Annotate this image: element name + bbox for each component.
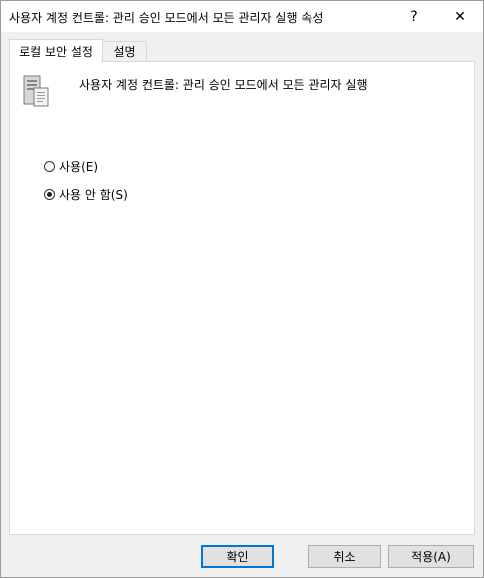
policy-name: 사용자 계정 컨트롤: 관리 승인 모드에서 모든 관리자 실행 [79, 78, 368, 92]
apply-button[interactable]: 적용(A) [388, 545, 474, 568]
option-enabled[interactable]: 사용(E) [44, 158, 98, 175]
option-disabled[interactable]: 사용 안 함(S) [44, 186, 128, 203]
server-policy-icon [23, 75, 49, 107]
tab-local-security-setting[interactable]: 로컬 보안 설정 [9, 39, 103, 62]
tab-page-local-security [9, 61, 475, 535]
ok-button[interactable]: 확인 [201, 545, 274, 568]
tab-explain[interactable]: 설명 [103, 41, 147, 61]
title-bar: 사용자 계정 컨트롤: 관리 승인 모드에서 모든 관리자 실행 속성 ? ✕ [1, 1, 483, 32]
help-button[interactable]: ? [391, 1, 437, 32]
cancel-button[interactable]: 취소 [308, 545, 381, 568]
close-button[interactable]: ✕ [437, 1, 483, 32]
option-enabled-label[interactable]: 사용(E) [59, 158, 98, 175]
radio-enabled[interactable] [44, 161, 55, 172]
window-title: 사용자 계정 컨트롤: 관리 승인 모드에서 모든 관리자 실행 속성 [9, 11, 324, 25]
radio-disabled[interactable] [44, 189, 55, 200]
option-disabled-label[interactable]: 사용 안 함(S) [59, 186, 128, 203]
